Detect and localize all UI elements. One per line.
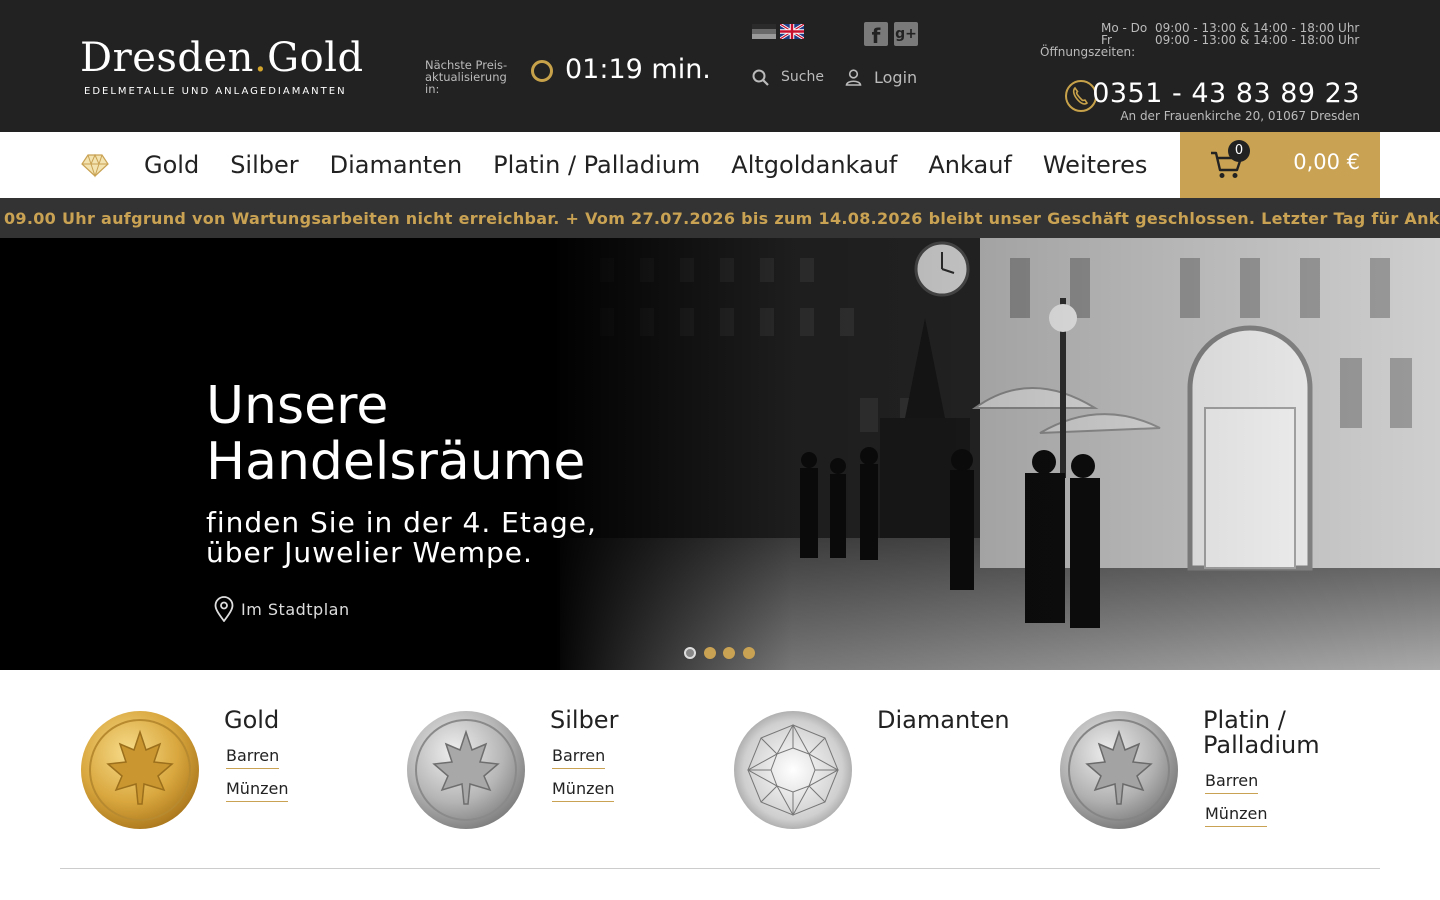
phone-number[interactable]: 0351 - 43 83 89 23: [1092, 78, 1360, 109]
home-diamond-icon[interactable]: [80, 150, 110, 180]
google-plus-icon[interactable]: g+: [894, 22, 918, 46]
logo-tagline: EDELMETALLE UND ANLAGEDIAMANTEN: [84, 86, 347, 97]
slider-dot[interactable]: [684, 647, 696, 659]
slider-dot[interactable]: [723, 647, 735, 659]
top-header: Dresden.Gold EDELMETALLE UND ANLAGEDIAMA…: [0, 0, 1440, 132]
category-link-muenzen[interactable]: Münzen: [1205, 804, 1268, 827]
category-link-barren[interactable]: Barren: [1205, 771, 1259, 794]
ticker-text: 09.00 Uhr aufgrund von Wartungsarbeiten …: [4, 209, 1440, 228]
cart-button[interactable]: 0,00 €: [1180, 132, 1380, 198]
nav-item-platin-palladium[interactable]: Platin / Palladium: [493, 151, 700, 179]
map-link-label: Im Stadtplan: [241, 599, 350, 619]
price-update-timer: 01:19 min.: [565, 54, 711, 85]
slider-dot[interactable]: [703, 647, 716, 659]
de-flag-icon[interactable]: [752, 24, 776, 39]
countdown-ring-icon: [531, 60, 553, 82]
category-title[interactable]: Diamanten: [877, 708, 1010, 733]
category-links: Barren Münzen: [1205, 771, 1268, 837]
main-nav: Gold Silber Diamanten Platin / Palladium…: [0, 132, 1440, 198]
map-pin-icon: [214, 596, 234, 622]
hero-slider: Unsere Handelsräume finden Sie in der 4.…: [0, 238, 1440, 670]
search-link[interactable]: Suche: [752, 66, 824, 88]
slider-dot[interactable]: [742, 647, 755, 659]
cart-count-badge: 0: [1228, 140, 1250, 162]
category-links: Barren Münzen: [226, 746, 289, 812]
nav-menu: Gold Silber Diamanten Platin / Palladium…: [144, 132, 1178, 198]
category-link-barren[interactable]: Barren: [552, 746, 606, 769]
user-icon: [845, 68, 862, 86]
category-diamanten: Diamanten: [733, 708, 1053, 848]
slider-dots: [684, 647, 762, 659]
cart-total: 0,00 €: [1293, 150, 1360, 174]
address: An der Frauenkirche 20, 01067 Dresden: [1120, 109, 1360, 123]
category-gold: Gold Barren Münzen: [80, 708, 400, 848]
category-platin-palladium: Platin / Palladium Barren Münzen: [1059, 708, 1379, 848]
nav-item-diamanten[interactable]: Diamanten: [330, 151, 463, 179]
login-label: Login: [874, 67, 918, 87]
price-update-label: Nächste Preis-aktualisierung in:: [425, 58, 508, 96]
category-title[interactable]: Platin / Palladium: [1203, 708, 1320, 758]
diamond-image[interactable]: [733, 710, 853, 830]
category-silber: Silber Barren Münzen: [406, 708, 726, 848]
hours-label: Öffnungszeiten:: [1040, 45, 1136, 59]
en-flag-icon[interactable]: [780, 24, 804, 39]
hero-subtitle: finden Sie in der 4. Etage, über Juwelie…: [206, 506, 597, 569]
nav-item-weiteres[interactable]: Weiteres: [1043, 151, 1148, 179]
logo-wordmark: Dresden.Gold: [80, 35, 364, 81]
hero-title: Unsere Handelsräume: [206, 376, 586, 492]
nav-item-silber[interactable]: Silber: [230, 151, 298, 179]
news-ticker: 09.00 Uhr aufgrund von Wartungsarbeiten …: [0, 198, 1440, 238]
category-link-muenzen[interactable]: Münzen: [552, 779, 615, 802]
map-link[interactable]: Im Stadtplan: [214, 596, 350, 622]
silver-coin-image[interactable]: [406, 710, 526, 830]
category-links: Barren Münzen: [552, 746, 615, 812]
nav-item-altgoldankauf[interactable]: Altgoldankauf: [731, 151, 897, 179]
hours-row: Fr 09:00 - 13:00 & 14:00 - 18:00 Uhr: [1101, 33, 1360, 47]
category-link-muenzen[interactable]: Münzen: [226, 779, 289, 802]
platinum-coin-image[interactable]: [1059, 710, 1179, 830]
facebook-icon[interactable]: f: [864, 22, 888, 48]
section-divider: [60, 868, 1380, 869]
nav-item-ankauf[interactable]: Ankauf: [928, 151, 1011, 179]
nav-item-gold[interactable]: Gold: [144, 151, 199, 179]
logo[interactable]: Dresden.Gold EDELMETALLE UND ANLAGEDIAMA…: [80, 35, 364, 100]
login-link[interactable]: Login: [845, 66, 917, 88]
search-icon: [752, 69, 769, 86]
search-label: Suche: [781, 69, 824, 85]
category-title[interactable]: Gold: [224, 708, 279, 733]
gold-coin-image[interactable]: [80, 710, 200, 830]
category-link-barren[interactable]: Barren: [226, 746, 280, 769]
category-title[interactable]: Silber: [550, 708, 618, 733]
